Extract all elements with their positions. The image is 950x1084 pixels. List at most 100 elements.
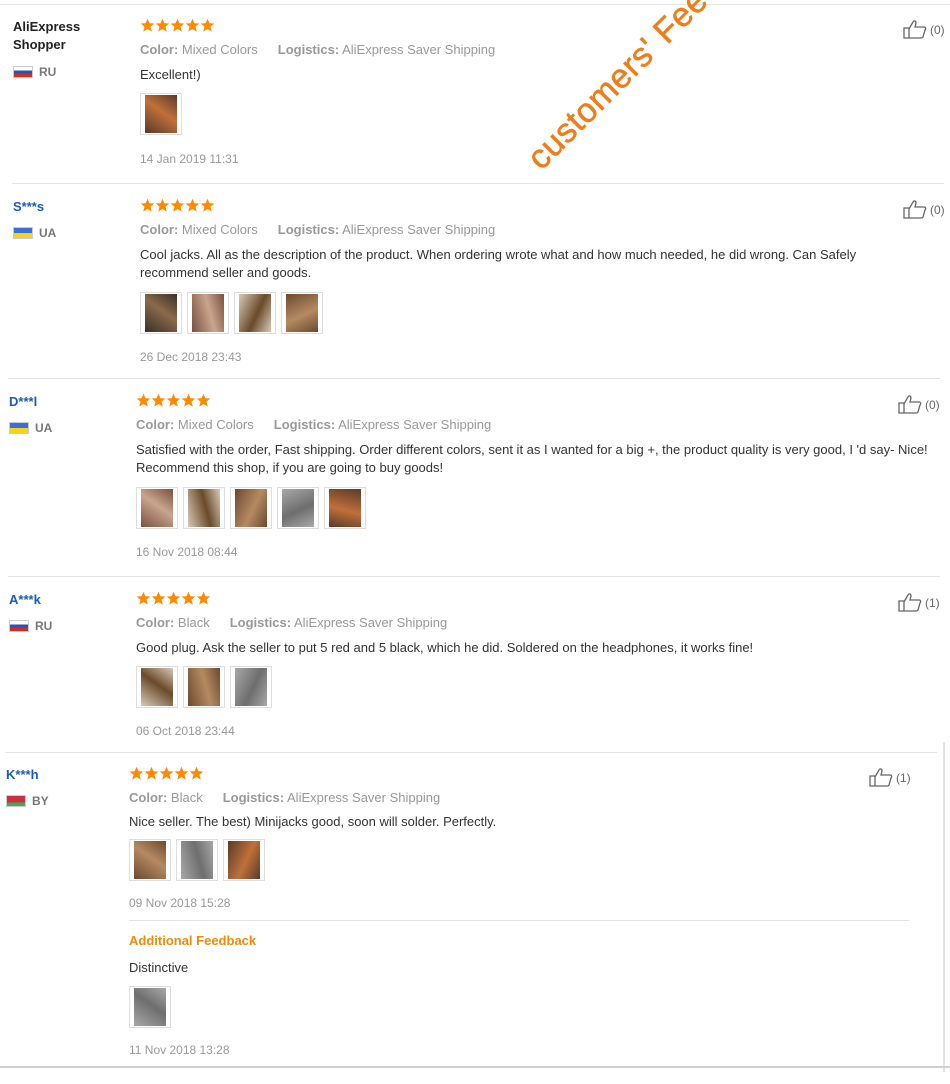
photo-image: [145, 95, 177, 133]
star-icon: [140, 18, 155, 32]
review-date: 26 Dec 2018 23:43: [140, 350, 242, 364]
review-photo-thumbnail[interactable]: [230, 487, 272, 529]
star-icon: [174, 766, 189, 780]
review-photo-thumbnail[interactable]: [183, 666, 225, 708]
review-photo-thumbnail[interactable]: [176, 839, 218, 881]
photo-image: [181, 841, 213, 879]
additional-feedback-text: Distinctive: [129, 960, 189, 975]
additional-feedback-title: Additional Feedback: [129, 933, 257, 948]
review-date: 16 Nov 2018 08:44: [136, 545, 238, 559]
review-photos: [140, 292, 323, 334]
review-photo-thumbnail[interactable]: [140, 292, 182, 334]
additional-photos: [129, 986, 171, 1028]
reviewer-country: UA: [9, 421, 52, 435]
thumbs-up-icon: [869, 768, 893, 787]
photo-image: [145, 294, 177, 332]
photo-image: [134, 841, 166, 879]
review-photo-thumbnail[interactable]: [136, 666, 178, 708]
rating-stars: [129, 766, 204, 781]
logistics-value: AliExpress Saver Shipping: [287, 790, 441, 805]
flag-by-icon: [6, 795, 26, 807]
country-code: RU: [35, 619, 53, 633]
logistics-label: Logistics:: [277, 222, 340, 237]
review-text: Satisfied with the order, Fast shipping.…: [136, 442, 928, 475]
reviewer-country: RU: [13, 65, 56, 79]
color-value: Black: [170, 790, 203, 805]
logistics-label: Logistics:: [222, 790, 285, 805]
star-icon: [170, 198, 185, 212]
photo-image: [141, 489, 173, 527]
top-divider: [0, 4, 950, 5]
thumbs-up-icon: [898, 395, 922, 414]
reviewer-name[interactable]: D***l: [9, 393, 37, 411]
logistics-value: AliExpress Saver Shipping: [342, 42, 496, 57]
review-photo-thumbnail[interactable]: [140, 93, 182, 135]
rating-stars: [136, 591, 211, 606]
photo-image: [286, 294, 318, 332]
review-text: Excellent!): [140, 67, 201, 82]
color-label: Color:: [140, 222, 179, 237]
review-photo-thumbnail[interactable]: [223, 839, 265, 881]
helpful-button[interactable]: (0): [903, 200, 945, 219]
photo-image: [188, 668, 220, 706]
logistics-label: Logistics:: [277, 42, 340, 57]
review-photo-thumbnail[interactable]: [281, 292, 323, 334]
color-label: Color:: [140, 42, 179, 57]
star-icon: [200, 198, 215, 212]
helpful-button[interactable]: (1): [869, 768, 911, 787]
flag-ua-icon: [13, 227, 33, 239]
star-icon: [185, 198, 200, 212]
country-code: BY: [32, 794, 49, 808]
review-divider: [8, 576, 940, 577]
helpful-button[interactable]: (0): [903, 20, 945, 39]
thumbs-up-icon: [898, 593, 922, 612]
flag-ua-icon: [9, 422, 29, 434]
helpful-button[interactable]: (0): [898, 395, 940, 414]
star-icon: [170, 18, 185, 32]
flag-ru-icon: [9, 620, 29, 632]
star-icon: [196, 591, 211, 605]
star-icon: [129, 766, 144, 780]
rating-stars: [140, 198, 215, 213]
logistics-value: AliExpress Saver Shipping: [338, 417, 492, 432]
star-icon: [185, 18, 200, 32]
order-info: Color: Mixed Colors Logistics: AliExpress…: [140, 42, 495, 57]
review-divider: [8, 378, 940, 379]
review-photo-thumbnail[interactable]: [129, 839, 171, 881]
review-photos: [129, 839, 265, 881]
review-photos: [140, 93, 182, 135]
review-photo-thumbnail[interactable]: [277, 487, 319, 529]
photo-image: [228, 841, 260, 879]
reviewer-name[interactable]: K***h: [6, 766, 39, 784]
star-icon: [166, 591, 181, 605]
star-icon: [140, 198, 155, 212]
additional-feedback-date: 11 Nov 2018 13:28: [129, 1043, 230, 1057]
order-info: Color: Black Logistics: AliExpress Saver …: [136, 615, 447, 630]
photo-image: [188, 489, 220, 527]
review-photo-thumbnail[interactable]: [324, 487, 366, 529]
color-label: Color:: [136, 417, 175, 432]
reviewer-name[interactable]: A***k: [9, 591, 41, 609]
review-photos: [136, 487, 366, 529]
helpful-count: (0): [925, 397, 940, 412]
reviewer-name[interactable]: S***s: [13, 198, 44, 216]
review-photo-thumbnail[interactable]: [187, 292, 229, 334]
logistics-label: Logistics:: [273, 417, 336, 432]
star-icon: [181, 393, 196, 407]
reviewer-name[interactable]: AliExpress Shopper: [13, 18, 123, 54]
review-photo-thumbnail[interactable]: [129, 986, 171, 1028]
order-info: Color: Black Logistics: AliExpress Saver …: [129, 790, 440, 805]
star-icon: [136, 393, 151, 407]
photo-image: [239, 294, 271, 332]
color-value: Mixed Colors: [181, 42, 258, 57]
photo-image: [329, 489, 361, 527]
review-photo-thumbnail[interactable]: [234, 292, 276, 334]
color-value: Mixed Colors: [177, 417, 254, 432]
review-photo-thumbnail[interactable]: [230, 666, 272, 708]
helpful-button[interactable]: (1): [898, 593, 940, 612]
star-icon: [155, 18, 170, 32]
review-photo-thumbnail[interactable]: [183, 487, 225, 529]
color-label: Color:: [136, 615, 175, 630]
review-photo-thumbnail[interactable]: [136, 487, 178, 529]
order-info: Color: Mixed Colors Logistics: AliExpress…: [140, 222, 495, 237]
